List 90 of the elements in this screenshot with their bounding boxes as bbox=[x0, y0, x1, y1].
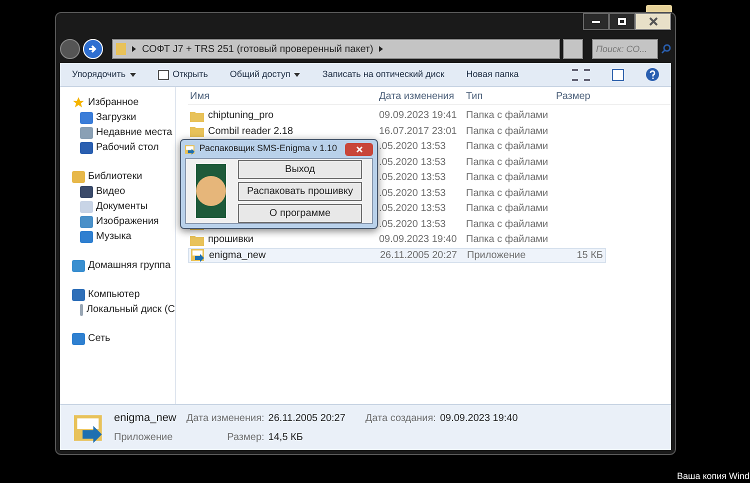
dialog-button[interactable]: Распаковать прошивку bbox=[238, 182, 362, 200]
close-icon bbox=[648, 17, 658, 26]
avatar-drawing bbox=[196, 164, 226, 218]
modified-date: .05.2020 13:53 bbox=[379, 140, 447, 154]
search-icon[interactable] bbox=[661, 44, 671, 54]
file-type: Приложение bbox=[467, 248, 527, 263]
view-options-button[interactable] bbox=[572, 68, 590, 80]
caret-icon bbox=[130, 72, 136, 76]
file-row[interactable]: enigma_new 26.11.2005 20:27 Приложение 15 КБ bbox=[188, 248, 606, 263]
star-icon bbox=[72, 96, 85, 109]
field-label: Размер: bbox=[226, 431, 264, 445]
chevron-icon bbox=[379, 46, 384, 52]
nav-item[interactable]: Библиотеки bbox=[60, 169, 175, 184]
nav-item[interactable]: Домашняя группа bbox=[60, 258, 175, 273]
modified-date: 09.09.2023 19:41 bbox=[379, 109, 458, 124]
file-name: прошивки bbox=[208, 233, 254, 248]
file-name: Combil reader 2.18 bbox=[208, 124, 294, 139]
nav-item[interactable]: Рабочий стол bbox=[60, 140, 175, 155]
modified-date: .05.2020 13:53 bbox=[379, 171, 447, 186]
help-icon[interactable] bbox=[646, 68, 659, 81]
breadcrumb[interactable]: СОФТ J7 + TRS 251 (готовый проверенный пакет) bbox=[142, 42, 374, 56]
nav-item[interactable]: Загрузки bbox=[60, 110, 175, 125]
app-icon bbox=[191, 248, 205, 262]
file-row[interactable]: chiptuning_pro 09.09.2023 19:41 Папка с файлами bbox=[188, 108, 606, 124]
modified-date: .05.2020 13:53 bbox=[379, 186, 447, 201]
file-type: Приложение bbox=[114, 431, 174, 446]
file-type: Папка с файлами bbox=[466, 109, 550, 124]
nav-item[interactable]: Документы bbox=[60, 199, 175, 214]
column-header[interactable]: Дата изменения bbox=[379, 89, 466, 104]
window-icon bbox=[158, 70, 169, 80]
column-header[interactable]: Тип bbox=[466, 89, 556, 104]
nav-item[interactable]: Избранное bbox=[60, 95, 175, 110]
file-type: Папка с файлами bbox=[466, 124, 550, 139]
file-name: chiptuning_pro bbox=[208, 109, 274, 124]
toolbar-button[interactable]: Записать на оптический диск bbox=[322, 68, 444, 82]
file-type: Папка с файлами bbox=[466, 233, 550, 248]
file-size: 15 КБ bbox=[576, 248, 603, 263]
file-row[interactable]: Combil reader 2.18 16.07.2017 23:01 Папка с файлами bbox=[188, 124, 606, 139]
dialog-close-button[interactable] bbox=[345, 142, 373, 156]
nav-item[interactable]: Недавние места bbox=[60, 125, 175, 140]
field-label: Дата изменения: bbox=[186, 412, 264, 426]
modified-date: 09.09.2023 19:40 bbox=[379, 233, 458, 248]
close-icon bbox=[356, 146, 363, 152]
minimize-button[interactable] bbox=[583, 13, 609, 30]
maximize-button[interactable] bbox=[609, 13, 635, 30]
column-header[interactable]: Имя bbox=[188, 89, 379, 104]
column-header[interactable]: Размер bbox=[556, 89, 606, 104]
modified-date: 26.11.2005 20:27 bbox=[380, 248, 458, 263]
caret-icon bbox=[294, 72, 300, 76]
field-label: Дата создания: bbox=[365, 412, 436, 426]
nav-item[interactable]: Музыка bbox=[60, 229, 175, 244]
chevron-icon bbox=[132, 46, 136, 52]
back-button[interactable] bbox=[60, 39, 80, 59]
nav-item[interactable]: Видео bbox=[60, 184, 175, 199]
field-value: 09.09.2023 19:40 bbox=[440, 412, 518, 426]
toolbar-button[interactable]: Открыть bbox=[158, 68, 208, 82]
forward-button[interactable] bbox=[83, 39, 103, 59]
file-name: enigma_new bbox=[209, 248, 266, 263]
nav-item[interactable]: Компьютер bbox=[60, 287, 175, 302]
field-value: 14,5 КБ bbox=[268, 431, 304, 445]
file-row[interactable]: прошивки 09.09.2023 19:40 Папка с файлами bbox=[188, 232, 606, 248]
activation-notice: Ваша копия Wind bbox=[677, 470, 750, 483]
field-value: 26.11.2005 20:27 bbox=[268, 412, 346, 426]
modified-date: 16.07.2017 23:01 bbox=[379, 124, 458, 139]
arrow-right-icon bbox=[88, 44, 98, 54]
nav-item[interactable]: Сеть bbox=[60, 331, 175, 346]
modified-date: .05.2020 13:53 bbox=[379, 218, 447, 232]
file-type: Папка с файлами bbox=[466, 140, 550, 154]
file-type: Папка с файлами bbox=[466, 171, 550, 186]
preview-pane-button[interactable] bbox=[612, 68, 624, 80]
dialog-button[interactable]: Выход bbox=[238, 160, 362, 178]
modified-date: .05.2020 13:53 bbox=[379, 156, 447, 170]
nav-item[interactable]: Изображения bbox=[60, 214, 175, 229]
file-name: enigma_new bbox=[114, 410, 176, 426]
dialog-title: Распаковщик SMS-Enigma v 1.10 bbox=[199, 142, 338, 156]
file-type: Папка с файлами bbox=[466, 218, 550, 232]
file-type: Папка с файлами bbox=[466, 202, 550, 216]
modified-date: .05.2020 13:53 bbox=[379, 202, 447, 216]
file-type: Папка с файлами bbox=[466, 186, 550, 201]
file-type: Папка с файлами bbox=[466, 156, 550, 170]
toolbar-button[interactable]: Упорядочить bbox=[72, 68, 136, 82]
app-icon bbox=[185, 144, 196, 154]
nav-item[interactable]: Локальный диск (C bbox=[60, 302, 175, 317]
toolbar-button[interactable]: Новая папка bbox=[466, 68, 519, 82]
close-button[interactable] bbox=[635, 13, 671, 30]
toolbar-button[interactable]: Общий доступ bbox=[230, 68, 300, 82]
dialog-button[interactable]: О программе bbox=[238, 204, 362, 222]
search-field[interactable]: Поиск: СО... bbox=[592, 39, 658, 59]
address-bar[interactable]: СОФТ J7 + TRS 251 (готовый проверенный пакет) bbox=[112, 39, 560, 59]
app-icon bbox=[74, 412, 104, 442]
